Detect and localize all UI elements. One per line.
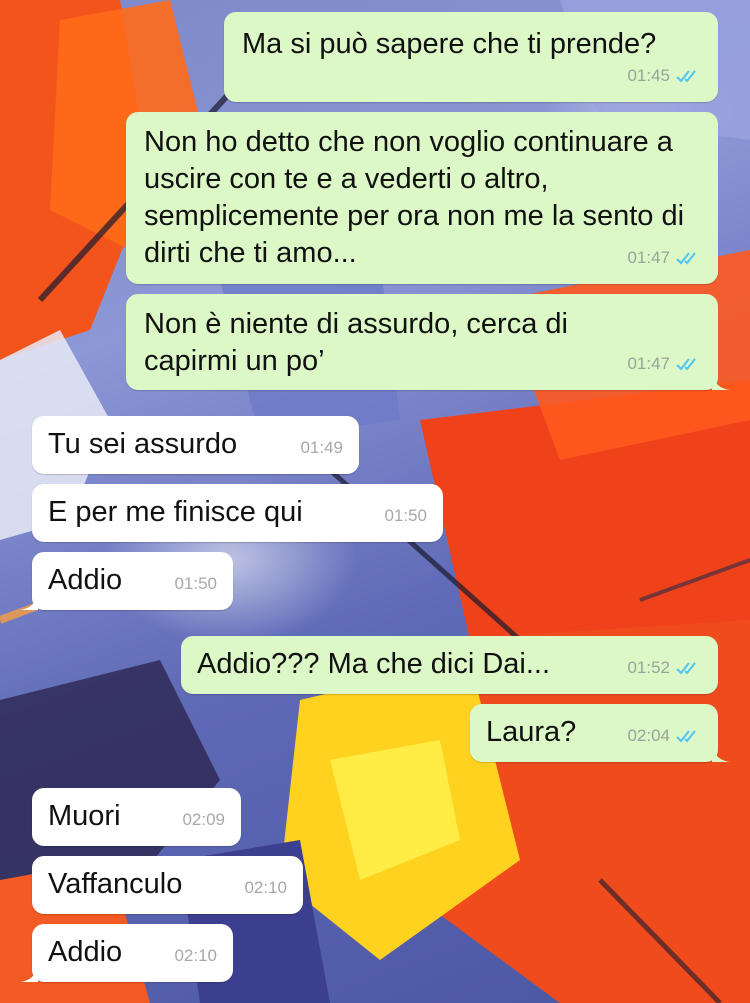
message-bubble-incoming[interactable]: Addio 02:10 bbox=[20, 924, 233, 982]
double-check-icon bbox=[676, 251, 696, 264]
message-time: 02:09 bbox=[182, 810, 225, 829]
message-meta: 01:49 bbox=[300, 429, 343, 466]
message-time: 01:52 bbox=[627, 658, 670, 677]
message-time: 01:50 bbox=[174, 574, 217, 593]
message-meta: 01:50 bbox=[384, 497, 427, 534]
bubble-tail bbox=[20, 592, 38, 610]
message-text: Tu sei assurdo bbox=[48, 428, 238, 460]
message-meta: 01:47 bbox=[627, 345, 702, 382]
double-check-icon bbox=[676, 661, 696, 674]
message-time: 02:10 bbox=[244, 878, 287, 897]
message-meta: 01:47 bbox=[627, 239, 702, 276]
message-bubble-incoming[interactable]: Muori 02:09 bbox=[32, 788, 241, 846]
message-meta: 02:10 bbox=[174, 937, 217, 974]
message-bubble-outgoing[interactable]: Ma si può sapere che ti prende? 01:45 bbox=[224, 12, 718, 102]
message-text: E per me finisce qui bbox=[48, 496, 303, 528]
message-meta: 01:45 bbox=[627, 57, 702, 94]
bubble-tail bbox=[712, 372, 730, 390]
message-bubble-outgoing[interactable]: Non è niente di assurdo, cerca di capirm… bbox=[126, 294, 730, 390]
double-check-icon bbox=[676, 69, 696, 82]
message-time: 01:50 bbox=[384, 506, 427, 525]
message-meta: 01:50 bbox=[174, 565, 217, 602]
message-meta: 02:09 bbox=[182, 801, 225, 838]
bubble-tail bbox=[20, 964, 38, 982]
message-time: 02:04 bbox=[627, 726, 670, 745]
message-time: 01:47 bbox=[627, 248, 670, 267]
message-time: 01:49 bbox=[300, 438, 343, 457]
double-check-icon bbox=[676, 729, 696, 742]
message-meta: 02:04 bbox=[627, 717, 702, 754]
double-check-icon bbox=[676, 357, 696, 370]
message-bubble-incoming[interactable]: Addio 01:50 bbox=[20, 552, 233, 610]
message-bubble-incoming[interactable]: Tu sei assurdo 01:49 bbox=[32, 416, 359, 474]
message-bubble-incoming[interactable]: E per me finisce qui 01:50 bbox=[32, 484, 443, 542]
message-time: 01:47 bbox=[627, 354, 670, 373]
message-text: Non ho detto che non voglio continuare a… bbox=[144, 126, 693, 269]
message-text: Non è niente di assurdo, cerca di capirm… bbox=[144, 308, 577, 377]
message-bubble-outgoing[interactable]: Addio??? Ma che dici Dai... 01:52 bbox=[181, 636, 718, 694]
message-bubble-outgoing[interactable]: Laura? 02:04 bbox=[470, 704, 730, 762]
chat-message-list[interactable]: Ma si può sapere che ti prende? 01:45 No… bbox=[0, 0, 750, 1003]
message-meta: 02:10 bbox=[244, 869, 287, 906]
message-bubble-incoming[interactable]: Vaffanculo 02:10 bbox=[32, 856, 303, 914]
message-bubble-outgoing[interactable]: Non ho detto che non voglio continuare a… bbox=[126, 112, 718, 284]
message-meta: 01:52 bbox=[627, 649, 702, 686]
message-time: 01:45 bbox=[627, 66, 670, 85]
bubble-tail bbox=[712, 744, 730, 762]
message-time: 02:10 bbox=[174, 946, 217, 965]
message-text: Addio??? Ma che dici Dai... bbox=[197, 648, 551, 680]
